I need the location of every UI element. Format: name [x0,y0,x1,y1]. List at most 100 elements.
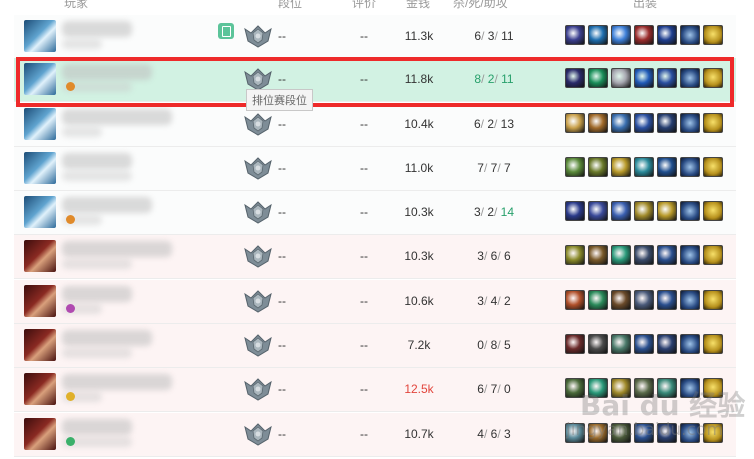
item-icon[interactable] [611,245,631,265]
item-icon[interactable] [680,25,700,45]
rank-emblem-icon[interactable] [243,23,273,49]
player-row[interactable]: -- -- 11.3k 6/ 3/ 11 [14,15,736,59]
item-icon[interactable] [565,423,585,443]
item-icon[interactable] [565,25,585,45]
rank-emblem-icon[interactable] [243,376,273,402]
champion-avatar[interactable] [24,418,56,450]
item-icon[interactable] [588,290,608,310]
champion-avatar[interactable] [24,108,56,140]
player-row[interactable]: -- -- 12.5k 6/ 7/ 0 [14,368,736,412]
item-icon[interactable] [611,113,631,133]
item-icon[interactable] [565,245,585,265]
item-icon[interactable] [565,201,585,221]
kda-separator: / [494,205,501,219]
trinket-item-icon[interactable] [703,423,723,443]
item-icon[interactable] [680,378,700,398]
item-icon[interactable] [657,157,677,177]
player-row[interactable]: -- -- 11.0k 7/ 7/ 7 [14,147,736,191]
item-icon[interactable] [611,157,631,177]
gold-value: 7.2k [407,338,431,352]
rank-emblem-icon[interactable] [243,332,273,358]
player-row[interactable]: -- -- 10.7k 4/ 6/ 3 [14,413,736,457]
item-icon[interactable] [634,334,654,354]
item-icon[interactable] [657,245,677,265]
champion-avatar[interactable] [24,152,56,184]
item-icon[interactable] [657,334,677,354]
player-row[interactable]: -- -- 10.4k 6/ 2/ 13 [14,103,736,147]
item-icon[interactable] [657,378,677,398]
header-rating: 评价 [352,0,377,10]
item-icon[interactable] [588,201,608,221]
item-icon[interactable] [634,25,654,45]
item-icon[interactable] [588,157,608,177]
item-icon[interactable] [657,25,677,45]
champion-avatar[interactable] [24,329,56,361]
champion-avatar[interactable] [24,373,56,405]
item-icon[interactable] [588,25,608,45]
rank-emblem-icon[interactable] [243,421,273,447]
item-icon[interactable] [634,157,654,177]
player-row[interactable]: -- -- 10.6k 3/ 4/ 2 [14,280,736,324]
rank-emblem-icon[interactable] [243,288,273,314]
trinket-item-icon[interactable] [703,25,723,45]
trinket-item-icon[interactable] [703,157,723,177]
rank-emblem-icon[interactable] [243,199,273,225]
item-icon[interactable] [657,201,677,221]
copy-icon[interactable] [218,23,234,39]
item-icon[interactable] [657,113,677,133]
item-icon[interactable] [588,245,608,265]
item-icon[interactable] [634,201,654,221]
trinket-item-icon[interactable] [703,201,723,221]
player-row[interactable]: -- -- 10.3k 3/ 2/ 14 [14,191,736,235]
champion-avatar[interactable] [24,285,56,317]
item-icon[interactable] [657,290,677,310]
item-icon[interactable] [565,378,585,398]
rank-tooltip: 排位赛段位 [246,89,313,111]
champion-avatar[interactable] [24,196,56,228]
trinket-item-icon[interactable] [703,290,723,310]
item-icon[interactable] [611,378,631,398]
item-icon[interactable] [680,245,700,265]
item-icon[interactable] [588,423,608,443]
item-icon[interactable] [611,334,631,354]
trinket-item-icon[interactable] [703,334,723,354]
item-icon[interactable] [588,378,608,398]
item-icon[interactable] [634,378,654,398]
player-badge-icon [66,304,75,313]
blurred-player-info [62,171,132,181]
item-icon[interactable] [634,290,654,310]
item-icon[interactable] [657,423,677,443]
item-icon[interactable] [680,157,700,177]
item-icon[interactable] [611,201,631,221]
item-icon[interactable] [565,334,585,354]
item-icon[interactable] [680,423,700,443]
kda-deaths: 2 [487,205,494,219]
item-icon[interactable] [680,201,700,221]
champion-avatar[interactable] [24,20,56,52]
item-icon[interactable] [634,245,654,265]
item-icon[interactable] [588,113,608,133]
blurred-player-info [62,127,102,137]
item-icon[interactable] [565,290,585,310]
trinket-item-icon[interactable] [703,378,723,398]
rank-emblem-icon[interactable] [243,111,273,137]
champion-avatar[interactable] [24,240,56,272]
item-icon[interactable] [611,290,631,310]
trinket-item-icon[interactable] [703,245,723,265]
item-icon[interactable] [611,423,631,443]
item-icon[interactable] [634,423,654,443]
item-icon[interactable] [634,113,654,133]
item-icon[interactable] [680,290,700,310]
rank-emblem-icon[interactable] [243,155,273,181]
rank-emblem-icon[interactable] [243,243,273,269]
item-icon[interactable] [611,25,631,45]
item-icon[interactable] [565,113,585,133]
player-row[interactable]: -- -- 7.2k 0/ 8/ 5 [14,324,736,368]
item-icon[interactable] [680,334,700,354]
item-build [565,157,726,179]
player-row[interactable]: -- -- 10.3k 3/ 6/ 6 [14,235,736,279]
trinket-item-icon[interactable] [703,113,723,133]
item-icon[interactable] [680,113,700,133]
item-icon[interactable] [565,157,585,177]
item-icon[interactable] [588,334,608,354]
